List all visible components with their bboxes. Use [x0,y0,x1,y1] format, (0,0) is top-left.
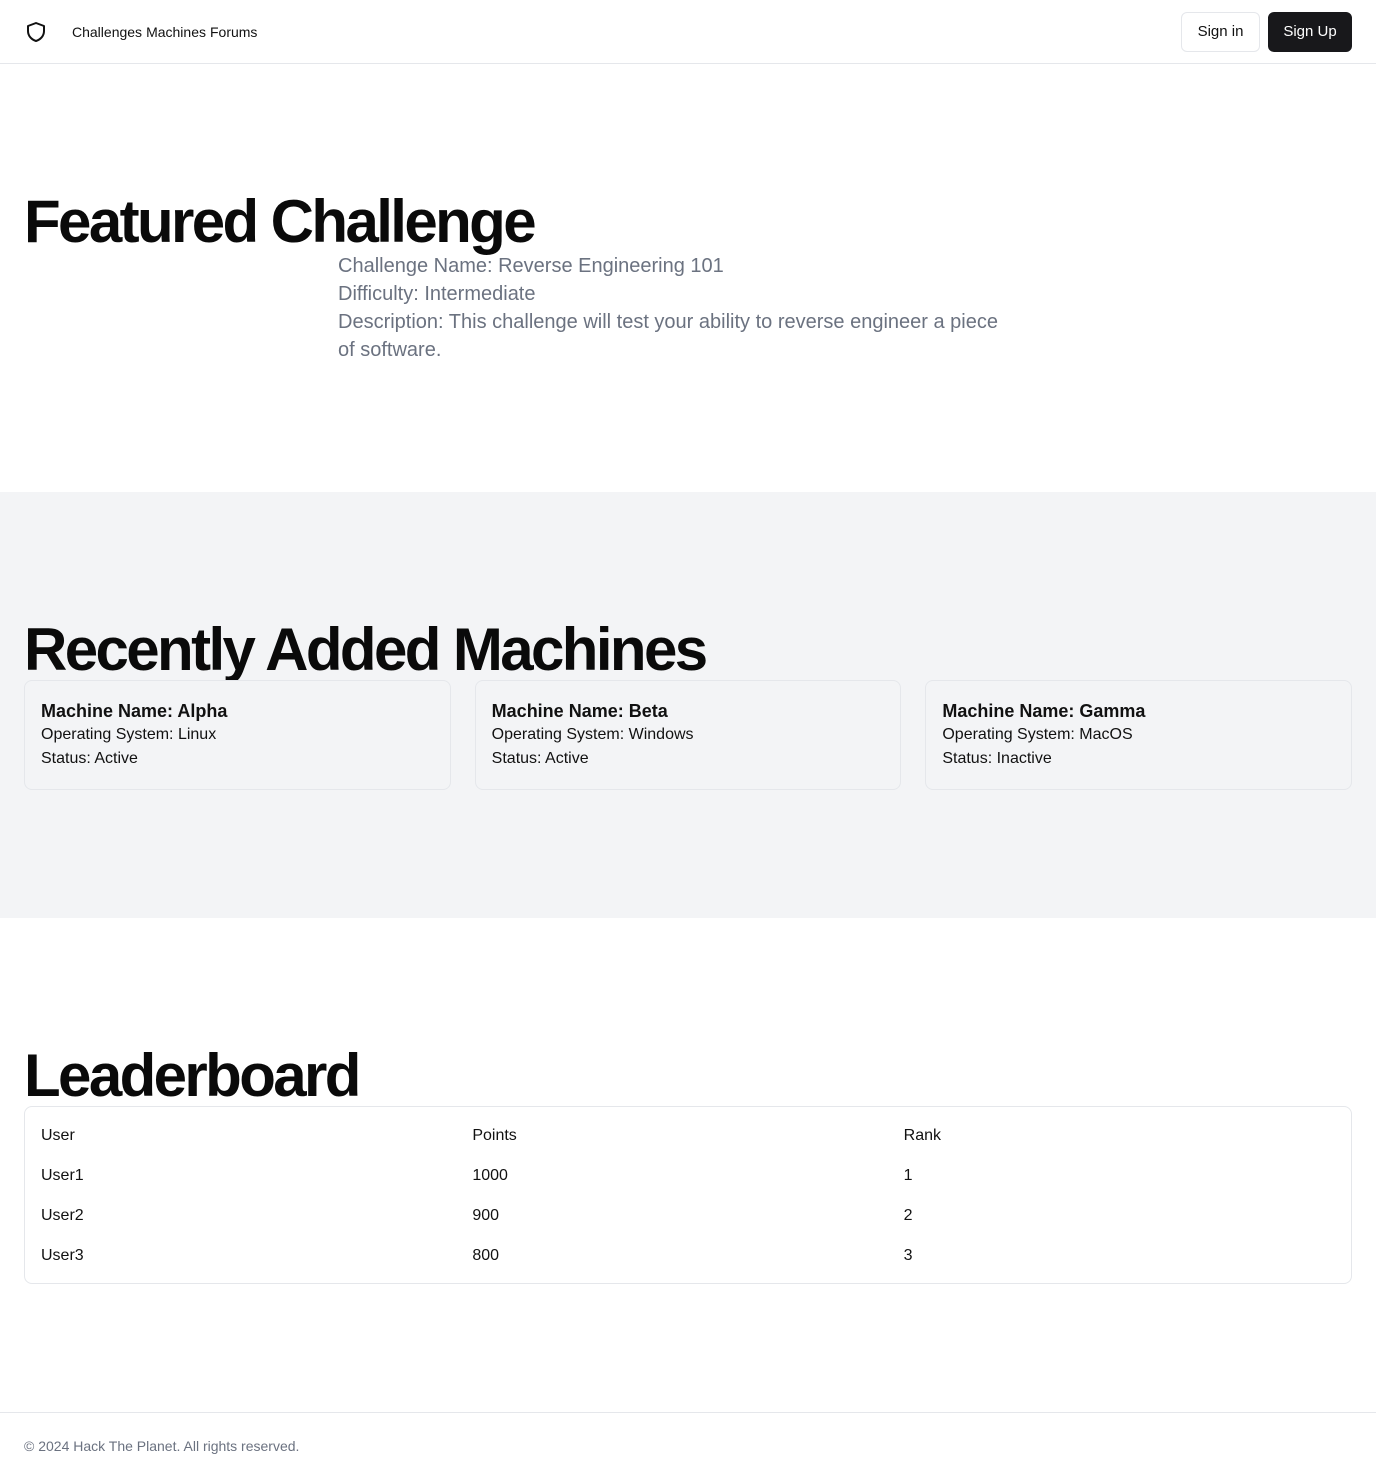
cell-points: 900 [472,1207,500,1224]
machine-status: Status: Active [491,750,589,767]
machines-heading: Recently Added Machines [24,616,708,683]
table-row: User1 1000 1 [41,1156,1335,1196]
machine-cards: Machine Name: Alpha Operating System: Li… [24,680,1353,790]
cell-rank: 2 [903,1207,913,1224]
challenge-difficulty: Difficulty: Intermediate [338,283,536,305]
main-nav: Challenges Machines Forums [72,22,257,42]
table-row: User3 800 3 [41,1236,1335,1276]
featured-challenge-heading: Featured Challenge [24,188,537,255]
machine-status: Status: Active [41,750,138,767]
copyright-text: © 2024 Hack The Planet. All rights reser… [24,1438,300,1454]
leaderboard-table: User Points Rank User1 1000 1 User2 900 … [41,1116,1335,1276]
column-header-user: User [41,1127,75,1144]
cell-rank: 3 [903,1247,913,1264]
machine-name: Machine Name: Alpha [41,701,228,721]
leaderboard-table-card: User Points Rank User1 1000 1 User2 900 … [24,1106,1352,1284]
column-header-points: Points [472,1127,517,1144]
machine-card-alpha[interactable]: Machine Name: Alpha Operating System: Li… [24,680,451,790]
nav-forums-link[interactable]: Forums [210,22,257,42]
featured-challenge-info: Challenge Name: Reverse Engineering 101 … [338,252,1018,364]
cell-user: User2 [41,1207,84,1224]
sign-up-button[interactable]: Sign Up [1268,12,1352,52]
machine-card-beta[interactable]: Machine Name: Beta Operating System: Win… [474,680,902,790]
machine-name: Machine Name: Beta [491,701,668,721]
table-row: User2 900 2 [41,1196,1335,1236]
machines-section: Recently Added Machines Machine Name: Al… [0,492,1376,918]
machine-card-gamma[interactable]: Machine Name: Gamma Operating System: Ma… [925,680,1353,790]
site-footer: © 2024 Hack The Planet. All rights reser… [0,1412,1376,1476]
shield-icon[interactable] [24,20,48,44]
site-header: Challenges Machines Forums Sign in Sign … [0,0,1376,64]
cell-points: 800 [472,1247,500,1264]
nav-machines-link[interactable]: Machines [146,22,206,42]
challenge-name: Challenge Name: Reverse Engineering 101 [338,255,724,277]
sign-in-button[interactable]: Sign in [1181,12,1260,52]
challenge-description: Description: This challenge will test yo… [338,311,998,361]
machine-os: Operating System: Linux [41,726,217,743]
machine-name: Machine Name: Gamma [942,701,1146,721]
leaderboard-heading: Leaderboard [24,1042,361,1109]
nav-challenges-link[interactable]: Challenges [72,22,142,42]
cell-user: User1 [41,1167,84,1184]
cell-rank: 1 [903,1167,913,1184]
table-header-row: User Points Rank [41,1116,1335,1156]
column-header-rank: Rank [903,1127,942,1144]
machine-status: Status: Inactive [942,750,1052,767]
cell-user: User3 [41,1247,84,1264]
cell-points: 1000 [472,1167,508,1184]
machine-os: Operating System: Windows [491,726,694,743]
machine-os: Operating System: MacOS [942,726,1133,743]
